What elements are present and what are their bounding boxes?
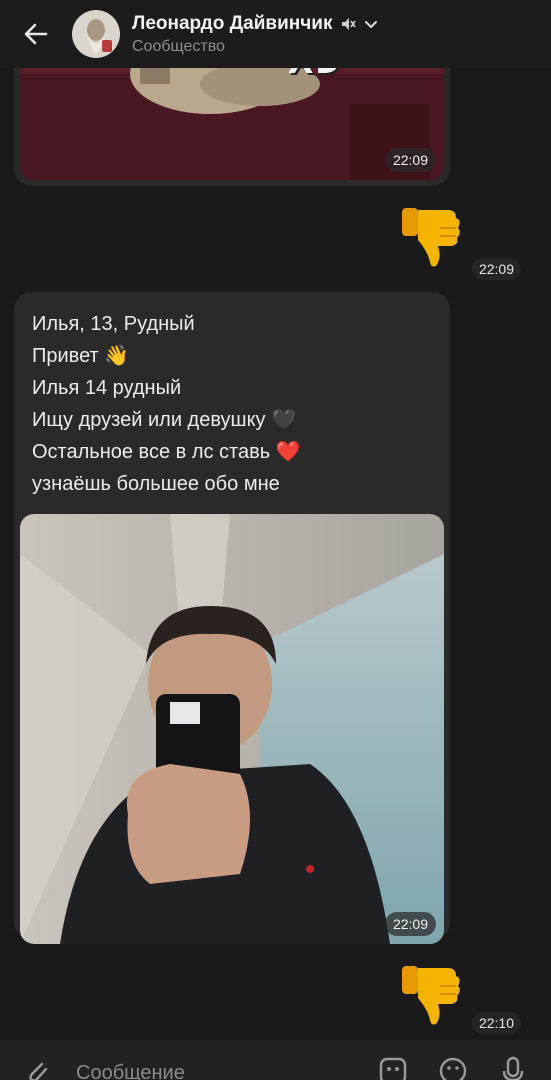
- outgoing-reaction-message[interactable]: [396, 202, 464, 270]
- photo-overlay-text: XD: [288, 68, 343, 83]
- message-input-bar: Сообщение: [0, 1040, 551, 1080]
- chat-title: Леонардо Дайвинчик: [132, 12, 333, 34]
- message-line: Ищу друзей или девушку 🖤: [32, 409, 297, 431]
- message-input[interactable]: Сообщение: [76, 1062, 185, 1080]
- message-line: Илья, 13, Рудный: [32, 313, 195, 335]
- message-text: Илья, 13, Рудный Привет 👋 Илья 14 рудный…: [20, 298, 444, 506]
- chat-subtitle: Сообщество: [132, 37, 225, 55]
- message-time: 22:10: [471, 1012, 521, 1034]
- message-line: Остальное все в лс ставь ❤️: [32, 441, 301, 463]
- outgoing-reaction-message[interactable]: [396, 960, 464, 1028]
- message-line: Привет 👋: [32, 345, 130, 367]
- chat-header: Леонардо Дайвинчик Сообщество: [0, 0, 551, 68]
- message-line: Илья 14 рудный: [32, 377, 182, 399]
- thumbs-down-emoji-icon: [402, 208, 460, 267]
- arrow-left-icon: [24, 23, 48, 45]
- message-time: 22:09: [471, 258, 521, 280]
- paperclip-icon[interactable]: [22, 1056, 52, 1080]
- message-line: узнаёшь большее обо мне: [32, 473, 280, 495]
- message-photo[interactable]: 22:09: [20, 514, 444, 944]
- back-button[interactable]: [0, 0, 72, 68]
- microphone-icon[interactable]: [498, 1056, 528, 1080]
- message-time: 22:09: [384, 148, 436, 172]
- bot-keyboard-icon[interactable]: [378, 1056, 408, 1080]
- chat-title-block[interactable]: Леонардо Дайвинчик Сообщество: [132, 13, 378, 56]
- chevron-down-icon[interactable]: [364, 17, 378, 31]
- message-time: 22:09: [384, 912, 436, 936]
- message-list[interactable]: XD 22:09 22:09 Илья, 13, Рудный Привет 👋…: [0, 68, 551, 1040]
- smile-icon[interactable]: [438, 1056, 468, 1080]
- avatar[interactable]: [72, 10, 120, 58]
- incoming-photo-message[interactable]: XD 22:09: [14, 68, 450, 186]
- muted-speaker-icon: [342, 17, 357, 30]
- incoming-profile-message[interactable]: Илья, 13, Рудный Привет 👋 Илья 14 рудный…: [14, 292, 450, 944]
- thumbs-down-emoji-icon: [402, 966, 460, 1025]
- message-photo[interactable]: XD 22:09: [20, 68, 444, 180]
